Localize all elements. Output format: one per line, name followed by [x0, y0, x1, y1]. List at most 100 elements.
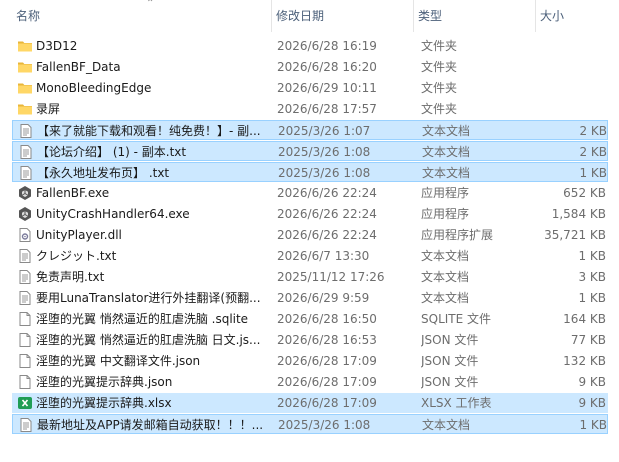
- file-size: 1 KB: [578, 249, 606, 263]
- file-name: 录屏: [36, 102, 61, 116]
- text-file-icon: [17, 269, 33, 285]
- column-header-size-label: 大小: [540, 9, 565, 23]
- file-size: [512, 99, 606, 119]
- file-modified-date: 2026/6/28 17:57: [277, 102, 377, 116]
- file-name: 淫堕的光翼提示辞典.json: [36, 375, 173, 389]
- file-name: 淫堕的光翼 中文翻译文件.json: [36, 354, 201, 368]
- file-row[interactable]: UnityPlayer.dll 2026/6/26 22:24 应用程序扩展 35,7…: [12, 225, 608, 245]
- file-size: 3 KB: [578, 270, 606, 284]
- file-row[interactable]: クレジット.txt 2026/6/7 13:30 文本文档 1 KB: [12, 246, 608, 266]
- file-row[interactable]: FallenBF.exe 2026/6/26 22:24 应用程序 652 KB: [12, 183, 608, 203]
- file-row[interactable]: MonoBleedingEdge 2026/6/29 10:11 文件夹: [12, 78, 608, 98]
- file-modified-date: 2026/6/28 16:19: [277, 39, 377, 53]
- file-modified-date: 2026/6/26 22:24: [277, 207, 377, 221]
- column-header-type[interactable]: 类型: [414, 0, 536, 32]
- text-file-icon: [17, 290, 33, 306]
- file-size: 9 KB: [578, 375, 606, 389]
- text-file-icon: [18, 417, 34, 433]
- file-name: 要用LunaTranslator进行外挂翻译(预翻...: [36, 291, 261, 305]
- file-row[interactable]: 淫堕的光翼 悄然逼近的肛虐洗脑 .sqlite 2026/6/28 16:50 SQ…: [12, 309, 608, 329]
- file-row[interactable]: 淫堕的光翼提示辞典.json 2026/6/28 17:09 JSON 文件 9 KB: [12, 372, 608, 392]
- file-name: FallenBF.exe: [36, 186, 110, 200]
- file-modified-date: 2026/6/7 13:30: [277, 249, 370, 263]
- file-modified-date: 2026/6/29 10:11: [277, 81, 377, 95]
- file-size: [512, 36, 606, 56]
- file-row[interactable]: UnityCrashHandler64.exe 2026/6/26 22:24 应用…: [12, 204, 608, 224]
- file-row[interactable]: 要用LunaTranslator进行外挂翻译(预翻... 2026/6/29 9:…: [12, 288, 608, 308]
- file-name: 【论坛介绍】 (1) - 副本.txt: [37, 145, 187, 159]
- file-name: 最新地址及APP请发邮箱自动获取！！！...: [37, 418, 264, 432]
- file-row[interactable]: D3D12 2026/6/28 16:19 文件夹: [12, 36, 608, 56]
- column-header-date-label: 修改日期: [276, 9, 325, 23]
- file-modified-date: 2025/3/26 1:08: [278, 166, 371, 180]
- text-file-icon: [18, 123, 34, 139]
- file-modified-date: 2025/3/26 1:08: [278, 418, 371, 432]
- file-size: 2 KB: [579, 145, 607, 159]
- file-row[interactable]: 【永久地址发布页】 .txt 2025/3/26 1:08 文本文档 1 KB: [12, 162, 608, 182]
- generic-file-icon: [17, 332, 33, 348]
- file-size: 164 KB: [563, 312, 606, 326]
- file-size: 35,721 KB: [544, 228, 606, 242]
- file-size: 1 KB: [579, 166, 607, 180]
- file-size: 1,584 KB: [551, 207, 606, 221]
- file-row[interactable]: 录屏 2026/6/28 17:57 文件夹: [12, 99, 608, 119]
- file-size: 1 KB: [578, 291, 606, 305]
- file-row[interactable]: 免责声明.txt 2025/11/12 17:26 文本文档 3 KB: [12, 267, 608, 287]
- file-name: 免责声明.txt: [36, 270, 105, 284]
- text-file-icon: [18, 165, 34, 181]
- file-size: 652 KB: [563, 186, 606, 200]
- file-name: MonoBleedingEdge: [36, 81, 152, 95]
- text-file-icon: [17, 248, 33, 264]
- dll-file-icon: [17, 227, 33, 243]
- file-row[interactable]: FallenBF_Data 2026/6/28 16:20 文件夹: [12, 57, 608, 77]
- unity-app-icon: [17, 206, 33, 222]
- column-header-date[interactable]: 修改日期: [272, 0, 414, 32]
- file-name: 淫堕的光翼 悄然逼近的肛虐洗脑 日文.js...: [36, 333, 261, 347]
- file-name: 淫堕的光翼 悄然逼近的肛虐洗脑 .sqlite: [36, 312, 249, 326]
- file-modified-date: 2025/3/26 1:07: [278, 124, 371, 138]
- file-name: D3D12: [36, 39, 78, 53]
- sort-ascending-icon: ⌃: [146, 0, 155, 9]
- folder-icon: [17, 80, 33, 96]
- file-modified-date: 2025/3/26 1:08: [278, 145, 371, 159]
- generic-file-icon: [17, 374, 33, 390]
- file-name: 淫堕的光翼提示辞典.xlsx: [36, 396, 172, 410]
- excel-file-icon: [17, 395, 33, 411]
- file-name: 【永久地址发布页】 .txt: [37, 166, 170, 180]
- file-modified-date: 2026/6/28 17:09: [277, 396, 377, 410]
- file-modified-date: 2026/6/26 22:24: [277, 186, 377, 200]
- file-size: 1 KB: [579, 418, 607, 432]
- file-size: 132 KB: [563, 354, 606, 368]
- file-name: FallenBF_Data: [36, 60, 121, 74]
- file-size: [512, 78, 606, 98]
- folder-icon: [17, 59, 33, 75]
- file-name: 【来了就能下载和观看！纯免费！】- 副...: [37, 124, 261, 138]
- file-size: 2 KB: [579, 124, 607, 138]
- column-header-name-label: 名称: [16, 9, 41, 23]
- column-header-type-label: 类型: [418, 9, 443, 23]
- file-modified-date: 2025/11/12 17:26: [277, 270, 385, 284]
- generic-file-icon: [17, 353, 33, 369]
- file-row[interactable]: 【来了就能下载和观看！纯免费！】- 副... 2025/3/26 1:07 文本文档…: [12, 120, 608, 140]
- column-header-bar: 名称 ⌃ 修改日期 类型 大小: [0, 0, 619, 32]
- file-row[interactable]: 【论坛介绍】 (1) - 副本.txt 2025/3/26 1:08 文本文档 2 K…: [12, 141, 608, 161]
- file-name: UnityPlayer.dll: [36, 228, 122, 242]
- file-row[interactable]: 最新地址及APP请发邮箱自动获取！！！... 2025/3/26 1:08 文本文档…: [12, 414, 608, 434]
- file-name: クレジット.txt: [36, 249, 117, 263]
- column-header-name[interactable]: 名称 ⌃: [12, 0, 272, 32]
- text-file-icon: [18, 144, 34, 160]
- file-modified-date: 2026/6/28 17:09: [277, 354, 377, 368]
- file-row[interactable]: 淫堕的光翼提示辞典.xlsx 2026/6/28 17:09 XLSX 工作表 9 K…: [12, 393, 608, 413]
- file-row[interactable]: 淫堕的光翼 悄然逼近的肛虐洗脑 日文.js... 2026/6/28 16:53 J…: [12, 330, 608, 350]
- folder-icon: [17, 38, 33, 54]
- file-modified-date: 2026/6/28 16:50: [277, 312, 377, 326]
- file-modified-date: 2026/6/29 9:59: [277, 291, 370, 305]
- generic-file-icon: [17, 311, 33, 327]
- unity-app-icon: [17, 185, 33, 201]
- column-header-size[interactable]: 大小: [536, 0, 612, 32]
- file-modified-date: 2026/6/28 16:53: [277, 333, 377, 347]
- file-row[interactable]: 淫堕的光翼 中文翻译文件.json 2026/6/28 17:09 JSON 文件 1…: [12, 351, 608, 371]
- file-name: UnityCrashHandler64.exe: [36, 207, 190, 221]
- file-size: [512, 57, 606, 77]
- folder-icon: [17, 101, 33, 117]
